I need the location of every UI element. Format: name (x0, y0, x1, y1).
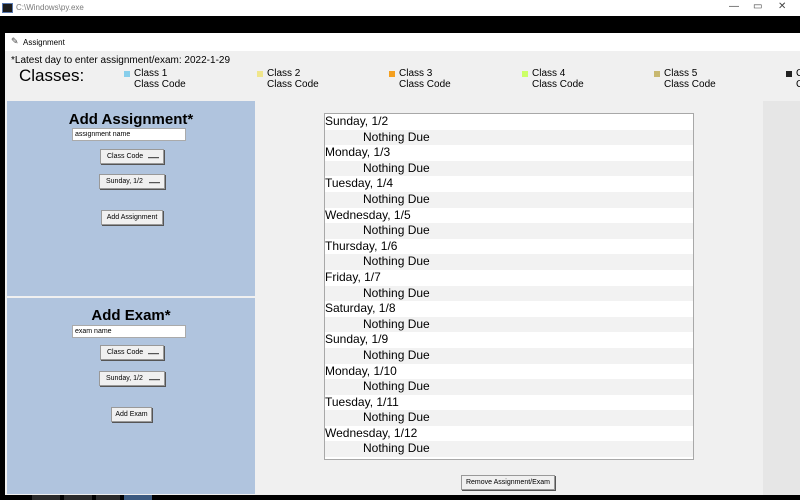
class-code: C (796, 79, 800, 90)
class-name: Class 2 (267, 68, 301, 79)
schedule-list[interactable]: Sunday, 1/2 Nothing Due Monday, 1/3 Noth… (324, 113, 694, 460)
feather-icon: ✎ (11, 36, 19, 46)
class-name: Class 3 (399, 68, 433, 79)
add-exam-heading: Add Exam* (91, 307, 171, 324)
app-title: Assignment (23, 38, 65, 47)
taskbar-button[interactable] (64, 495, 92, 500)
class-legend-item: Class 3 Class Code (389, 68, 451, 90)
console-title: C:\Windows\py.exe (16, 3, 84, 12)
due-status[interactable]: Nothing Due (325, 129, 693, 146)
due-status[interactable]: Nothing Due (325, 441, 693, 458)
assignment-class-code-menu[interactable]: Class Code (100, 149, 164, 164)
close-button[interactable]: ✕ (778, 1, 786, 12)
class-legend-item: Class 5 Class Code (654, 68, 716, 90)
day-header: Sunday, 1/2 (325, 114, 389, 128)
class-code: Class Code (532, 79, 584, 90)
date-label: Sunday, 1/2 (106, 178, 143, 185)
add-assignment-panel: Add Assignment* Class Code Sunday, 1/2 A… (7, 101, 255, 296)
due-status[interactable]: Nothing Due (325, 410, 693, 426)
classes-label: Classes: (19, 66, 85, 85)
due-status[interactable]: Nothing Due (325, 347, 693, 364)
class-name: Class 5 (664, 68, 698, 79)
app-titlebar: ✎ Assignment (5, 33, 800, 51)
add-exam-panel: Add Exam* Class Code Sunday, 1/2 Add Exa… (7, 298, 255, 494)
class-legend-item: Class 4 Class Code (522, 68, 584, 90)
class-name: Class 4 (532, 68, 566, 79)
class-name: C (796, 68, 800, 79)
day-header: Tuesday, 1/4 (325, 176, 394, 191)
console-titlebar: C:\Windows\py.exe — ▭ ✕ (0, 0, 800, 16)
day-header: Thursday, 1/6 (325, 238, 398, 253)
day-header: Friday, 1/7 (325, 269, 381, 284)
menu-indicator-icon (149, 182, 160, 183)
latest-day-note: *Latest day to enter assignment/exam: 20… (11, 55, 231, 66)
class-code: Class Code (267, 79, 319, 90)
menu-indicator-icon (148, 157, 159, 158)
minimize-button[interactable]: — (729, 1, 739, 12)
class-color-swatch (654, 71, 660, 77)
class-name: Class 1 (134, 68, 168, 79)
day-header: Monday, 1/10 (325, 363, 397, 378)
day-header: Saturday, 1/8 (325, 301, 396, 316)
exam-class-code-menu[interactable]: Class Code (100, 345, 164, 360)
class-color-swatch (124, 71, 130, 77)
exam-date-menu[interactable]: Sunday, 1/2 (99, 371, 165, 386)
console-icon (2, 3, 13, 13)
due-status[interactable]: Nothing Due (325, 379, 693, 395)
class-code-label: Class Code (107, 153, 144, 160)
menu-indicator-icon (149, 379, 160, 380)
class-color-swatch (389, 71, 395, 77)
taskbar-button[interactable] (124, 495, 152, 500)
class-color-swatch (786, 71, 792, 77)
menu-indicator-icon (148, 353, 159, 354)
class-legend-item: C C (786, 68, 800, 90)
add-assignment-heading: Add Assignment* (68, 111, 194, 128)
day-header: Wednesday, 1/12 (325, 425, 418, 440)
due-status[interactable]: Nothing Due (325, 191, 693, 208)
date-label: Sunday, 1/2 (106, 375, 143, 382)
assignment-name-input[interactable] (72, 128, 186, 141)
exam-name-input[interactable] (72, 325, 186, 338)
maximize-button[interactable]: ▭ (753, 1, 762, 12)
day-header: Wednesday, 1/5 (325, 207, 411, 222)
class-code: Class Code (134, 79, 186, 90)
right-panel-strip (763, 101, 800, 495)
day-header: Tuesday, 1/11 (325, 394, 399, 409)
due-status[interactable]: Nothing Due (325, 160, 693, 177)
due-status[interactable]: Nothing Due (325, 285, 693, 302)
day-header: Sunday, 1/9 (325, 332, 389, 347)
class-legend-item: Class 1 Class Code (124, 68, 186, 90)
class-code: Class Code (664, 79, 716, 90)
class-code-label: Class Code (107, 349, 144, 356)
app-window: ✎ Assignment *Latest day to enter assign… (5, 33, 800, 495)
day-header: Monday, 1/3 (325, 145, 391, 160)
class-color-swatch (257, 71, 263, 77)
taskbar-button[interactable] (96, 495, 120, 500)
add-exam-button[interactable]: Add Exam (111, 407, 152, 422)
class-code: Class Code (399, 79, 451, 90)
remove-assignment-exam-button[interactable]: Remove Assignment/Exam (461, 475, 555, 490)
taskbar-button[interactable] (32, 495, 60, 500)
class-legend-item: Class 2 Class Code (257, 68, 319, 90)
due-status[interactable]: Nothing Due (325, 316, 693, 333)
class-color-swatch (522, 71, 528, 77)
add-assignment-button[interactable]: Add Assignment (101, 210, 163, 225)
due-status[interactable]: Nothing Due (325, 254, 693, 270)
due-status[interactable]: Nothing Due (325, 223, 693, 239)
assignment-date-menu[interactable]: Sunday, 1/2 (99, 174, 165, 189)
